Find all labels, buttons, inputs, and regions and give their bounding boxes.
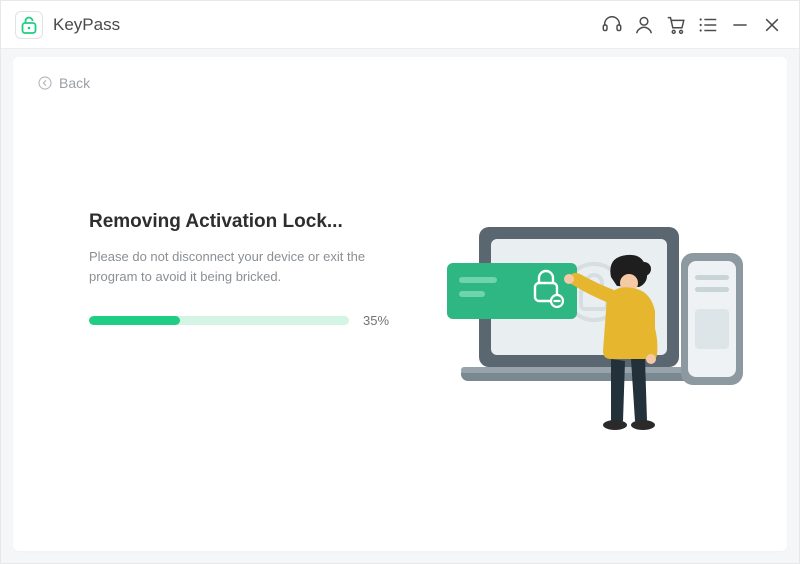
lock-logo-icon: [21, 16, 37, 34]
lock-popup-card: [447, 263, 577, 319]
back-button[interactable]: Back: [37, 75, 90, 91]
minimize-button[interactable]: [727, 12, 753, 38]
support-button[interactable]: [599, 12, 625, 38]
back-label: Back: [59, 75, 90, 91]
account-button[interactable]: [631, 12, 657, 38]
progress-bar: [89, 316, 349, 325]
headset-icon: [601, 14, 623, 36]
page-heading: Removing Activation Lock...: [89, 211, 429, 233]
progress-percent-label: 35%: [363, 313, 389, 328]
main-card: Back Removing Activation Lock... Please …: [13, 57, 787, 551]
cart-button[interactable]: [663, 12, 689, 38]
illustration: [439, 197, 749, 457]
close-button[interactable]: [759, 12, 785, 38]
minimize-icon: [730, 15, 750, 35]
cart-icon: [665, 14, 687, 36]
progress-fill: [89, 316, 180, 325]
list-icon: [697, 14, 719, 36]
illustration-svg: [439, 197, 749, 457]
title-actions: [599, 12, 785, 38]
user-icon: [633, 14, 655, 36]
page-subtext: Please do not disconnect your device or …: [89, 247, 389, 287]
chevron-left-circle-icon: [37, 75, 53, 91]
menu-button[interactable]: [695, 12, 721, 38]
progress-panel: Removing Activation Lock... Please do no…: [89, 211, 429, 328]
close-icon: [762, 15, 782, 35]
app-title: KeyPass: [53, 15, 120, 35]
app-logo: [15, 11, 43, 39]
title-bar: KeyPass: [1, 1, 799, 49]
progress-row: 35%: [89, 313, 429, 328]
